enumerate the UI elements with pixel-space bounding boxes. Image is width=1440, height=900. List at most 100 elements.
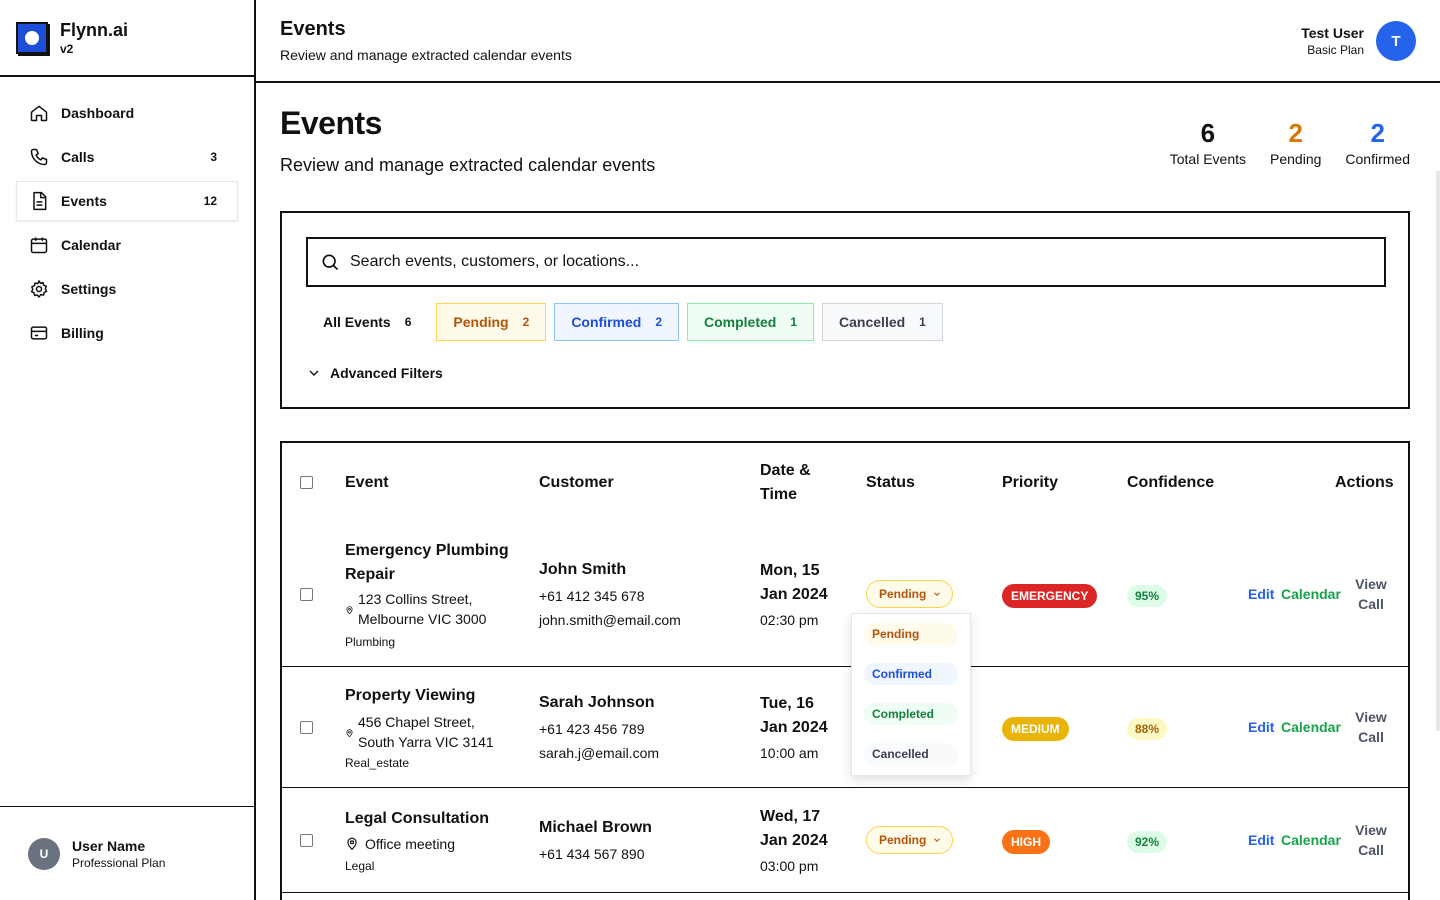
- view-call-line2: Call: [1358, 596, 1384, 612]
- column-header-confidence[interactable]: Confidence: [1127, 471, 1214, 495]
- sidebar-item-billing[interactable]: Billing: [16, 313, 238, 353]
- view-call-button[interactable]: View Call: [1351, 707, 1391, 747]
- event-title[interactable]: Legal Consultation: [345, 807, 489, 831]
- header-title: Events: [280, 18, 346, 40]
- customer-email[interactable]: john.smith@email.com: [539, 612, 681, 628]
- filter-completed[interactable]: Completed 1: [687, 303, 815, 341]
- column-header-event[interactable]: Event: [345, 471, 389, 495]
- event-category: Plumbing: [345, 635, 396, 649]
- main-content: Events Review and manage extracted calen…: [256, 83, 1440, 900]
- user-menu[interactable]: Test User Basic Plan T: [1301, 21, 1416, 61]
- event-stats: 6 Total Events 2 Pending 2 Confirmed: [1170, 119, 1410, 167]
- status-dropdown-button[interactable]: Pending: [866, 826, 954, 854]
- sidebar-user[interactable]: U User Name Professional Plan: [0, 806, 254, 900]
- column-header-datetime-line1: Date &: [760, 462, 811, 479]
- status-option-cancelled[interactable]: Cancelled: [864, 743, 958, 765]
- stat-value: 2: [1370, 118, 1385, 148]
- customer-email[interactable]: sarah.j@email.com: [539, 745, 659, 761]
- sidebar-item-calendar[interactable]: Calendar: [16, 225, 238, 265]
- edit-button[interactable]: Edit: [1248, 719, 1274, 735]
- home-icon: [30, 105, 48, 122]
- event-date-line2: Jan 2024: [760, 586, 828, 603]
- page-title: Events: [280, 105, 382, 141]
- row-checkbox[interactable]: [300, 834, 313, 847]
- scrollbar[interactable]: [1436, 171, 1440, 731]
- filter-label: Completed: [704, 314, 777, 330]
- view-call-line2: Call: [1358, 842, 1384, 858]
- customer-phone[interactable]: +61 423 456 789: [539, 721, 645, 737]
- advanced-filters-toggle[interactable]: Advanced Filters: [306, 365, 443, 381]
- column-header-status[interactable]: Status: [866, 471, 915, 495]
- events-table: Event Customer Date & Time Status Priori…: [280, 441, 1410, 900]
- customer-phone[interactable]: +61 412 345 678: [539, 588, 645, 604]
- sidebar-item-settings[interactable]: Settings: [16, 269, 238, 309]
- filter-count: 1: [790, 315, 798, 329]
- confidence-badge: 95%: [1127, 585, 1168, 607]
- event-location: Office meeting: [365, 836, 456, 852]
- add-to-calendar-button[interactable]: Calendar: [1281, 586, 1341, 602]
- column-header-datetime[interactable]: Date & Time: [760, 459, 811, 507]
- edit-button[interactable]: Edit: [1248, 832, 1274, 848]
- filter-pending[interactable]: Pending 2: [436, 303, 547, 341]
- event-title[interactable]: Emergency Plumbing Repair: [345, 539, 509, 587]
- status-option-pending[interactable]: Pending: [864, 623, 958, 645]
- customer-phone[interactable]: +61 434 567 890: [539, 846, 645, 862]
- filter-all-events[interactable]: All Events 6: [306, 303, 428, 341]
- sidebar-item-label: Settings: [61, 281, 117, 297]
- sidebar-nav: Dashboard Calls 3 Events 12 Calendar Set…: [0, 77, 254, 353]
- event-time: 02:30 pm: [760, 612, 819, 628]
- customer-name: John Smith: [539, 561, 627, 578]
- user-name: Test User: [1301, 25, 1364, 41]
- view-call-button[interactable]: View Call: [1351, 574, 1391, 614]
- edit-button[interactable]: Edit: [1248, 586, 1274, 602]
- view-call-button[interactable]: View Call: [1351, 820, 1391, 860]
- sidebar-item-label: Calendar: [61, 237, 121, 253]
- sidebar-item-dashboard[interactable]: Dashboard: [16, 93, 238, 133]
- view-call-line1: View: [1355, 576, 1387, 592]
- stat-label: Confirmed: [1345, 151, 1410, 167]
- event-category: Real_estate: [345, 756, 410, 770]
- add-to-calendar-button[interactable]: Calendar: [1281, 832, 1341, 848]
- row-checkbox[interactable]: [300, 721, 313, 734]
- select-all-checkbox[interactable]: [300, 476, 313, 489]
- brand[interactable]: Flynn.ai v2: [0, 0, 254, 77]
- column-header-customer[interactable]: Customer: [539, 471, 614, 495]
- filter-count: 1: [919, 315, 926, 329]
- phone-icon: [30, 148, 48, 166]
- sidebar-item-events[interactable]: Events 12: [16, 181, 238, 221]
- event-location: 456 Chapel Street, South Yarra VIC 3141: [358, 712, 494, 752]
- status-label: Pending: [879, 587, 927, 601]
- customer-name: Michael Brown: [539, 819, 652, 836]
- search-input[interactable]: [350, 253, 1350, 271]
- event-date: Wed, 17 Jan 2024: [760, 805, 828, 853]
- event-location-line2: South Yarra VIC 3141: [358, 734, 494, 750]
- event-title-line1: Emergency Plumbing: [345, 542, 509, 559]
- brand-name: Flynn.ai: [60, 19, 129, 40]
- status-filter-tabs: All Events 6 Pending 2 Confirmed 2 Compl…: [306, 303, 943, 341]
- search-box[interactable]: [306, 237, 1386, 287]
- confidence-badge: 88%: [1127, 718, 1168, 740]
- filter-cancelled[interactable]: Cancelled 1: [822, 303, 943, 341]
- stat-total: 6 Total Events: [1170, 119, 1246, 167]
- filter-confirmed[interactable]: Confirmed 2: [554, 303, 679, 341]
- page-subtitle: Review and manage extracted calendar eve…: [280, 155, 656, 175]
- column-header-actions: Actions: [1335, 474, 1394, 491]
- status-option-confirmed[interactable]: Confirmed: [864, 663, 958, 685]
- sidebar-item-calls[interactable]: Calls 3: [16, 137, 238, 177]
- status-label: Pending: [879, 833, 927, 847]
- add-to-calendar-button[interactable]: Calendar: [1281, 719, 1341, 735]
- event-title[interactable]: Property Viewing: [345, 684, 475, 708]
- status-dropdown-button[interactable]: Pending: [866, 580, 954, 608]
- status-option-completed[interactable]: Completed: [864, 703, 958, 725]
- event-title-line2: Repair: [345, 566, 395, 583]
- filter-label: Cancelled: [839, 314, 906, 330]
- view-call-line2: Call: [1358, 729, 1384, 745]
- brand-version: v2: [60, 41, 74, 56]
- top-bar: Events Review and manage extracted calen…: [256, 0, 1440, 83]
- status-dropdown-menu: Pending Confirmed Completed Cancelled: [851, 613, 971, 776]
- row-checkbox[interactable]: [300, 588, 313, 601]
- column-header-priority[interactable]: Priority: [1002, 471, 1058, 495]
- events-count-badge: 12: [203, 194, 217, 208]
- document-icon: [33, 191, 47, 211]
- avatar[interactable]: T: [1376, 21, 1416, 61]
